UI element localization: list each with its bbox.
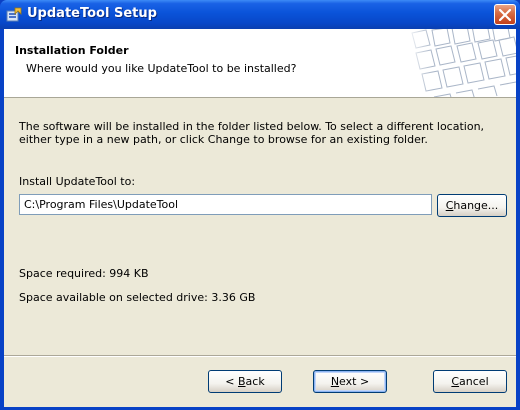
header-subtitle: Where would you like UpdateTool to be in… (26, 62, 297, 75)
title-bar[interactable]: UpdateTool Setup (0, 0, 520, 29)
cancel-button[interactable]: Cancel (433, 370, 507, 393)
space-required-text: Space required: 994 KB (19, 267, 149, 280)
window-title: UpdateTool Setup (27, 6, 157, 21)
close-icon (499, 9, 511, 21)
space-available-text: Space available on selected drive: 3.36 … (19, 291, 256, 304)
header-title: Installation Folder (15, 44, 129, 57)
change-button[interactable]: Change... (437, 194, 507, 217)
button-separator (4, 355, 516, 357)
dialog-client-area: Installation Folder Where would you like… (4, 29, 516, 407)
window-frame-right (516, 29, 520, 410)
back-button[interactable]: < Back (208, 370, 282, 393)
setup-window: UpdateTool Setup Installation Folder Whe… (0, 0, 520, 410)
next-button[interactable]: Next > (313, 370, 387, 393)
setup-app-icon (6, 7, 22, 22)
install-path-input[interactable]: C:\Program Files\UpdateTool (19, 194, 432, 215)
window-frame-left (0, 29, 4, 410)
close-button[interactable] (494, 4, 516, 25)
wizard-header: Installation Folder Where would you like… (4, 29, 516, 98)
install-folder-label: Install UpdateTool to: (19, 175, 136, 188)
description-text: The software will be installed in the fo… (19, 120, 485, 146)
keyboard-keys-art (404, 29, 516, 97)
